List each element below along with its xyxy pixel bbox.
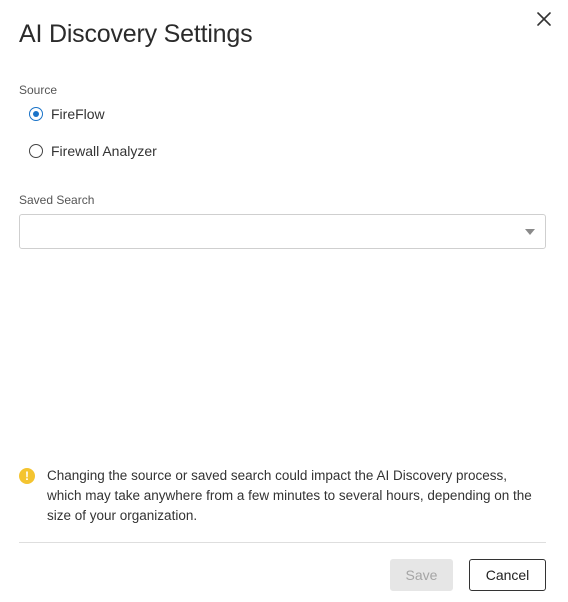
- source-option-label: Firewall Analyzer: [51, 143, 157, 159]
- warning-icon: !: [19, 468, 35, 484]
- radio-checked-icon[interactable]: [29, 107, 43, 121]
- source-option-fireflow[interactable]: FireFlow: [29, 103, 105, 125]
- dialog-title: AI Discovery Settings: [19, 20, 253, 48]
- warning-text: Changing the source or saved search coul…: [47, 468, 532, 523]
- radio-unchecked-icon[interactable]: [29, 144, 43, 158]
- saved-search-label: Saved Search: [19, 193, 95, 207]
- source-option-firewall-analyzer[interactable]: Firewall Analyzer: [29, 140, 157, 162]
- ai-discovery-settings-dialog: AI Discovery Settings Source FireFlow Fi…: [0, 0, 568, 602]
- saved-search-select[interactable]: [19, 214, 546, 249]
- source-option-label: FireFlow: [51, 106, 105, 122]
- chevron-down-icon[interactable]: [525, 229, 535, 235]
- close-icon: [537, 12, 551, 26]
- source-label: Source: [19, 83, 58, 97]
- cancel-button[interactable]: Cancel: [469, 559, 546, 591]
- close-button[interactable]: [533, 8, 555, 30]
- save-button[interactable]: Save: [390, 559, 453, 591]
- footer-divider: [19, 542, 546, 543]
